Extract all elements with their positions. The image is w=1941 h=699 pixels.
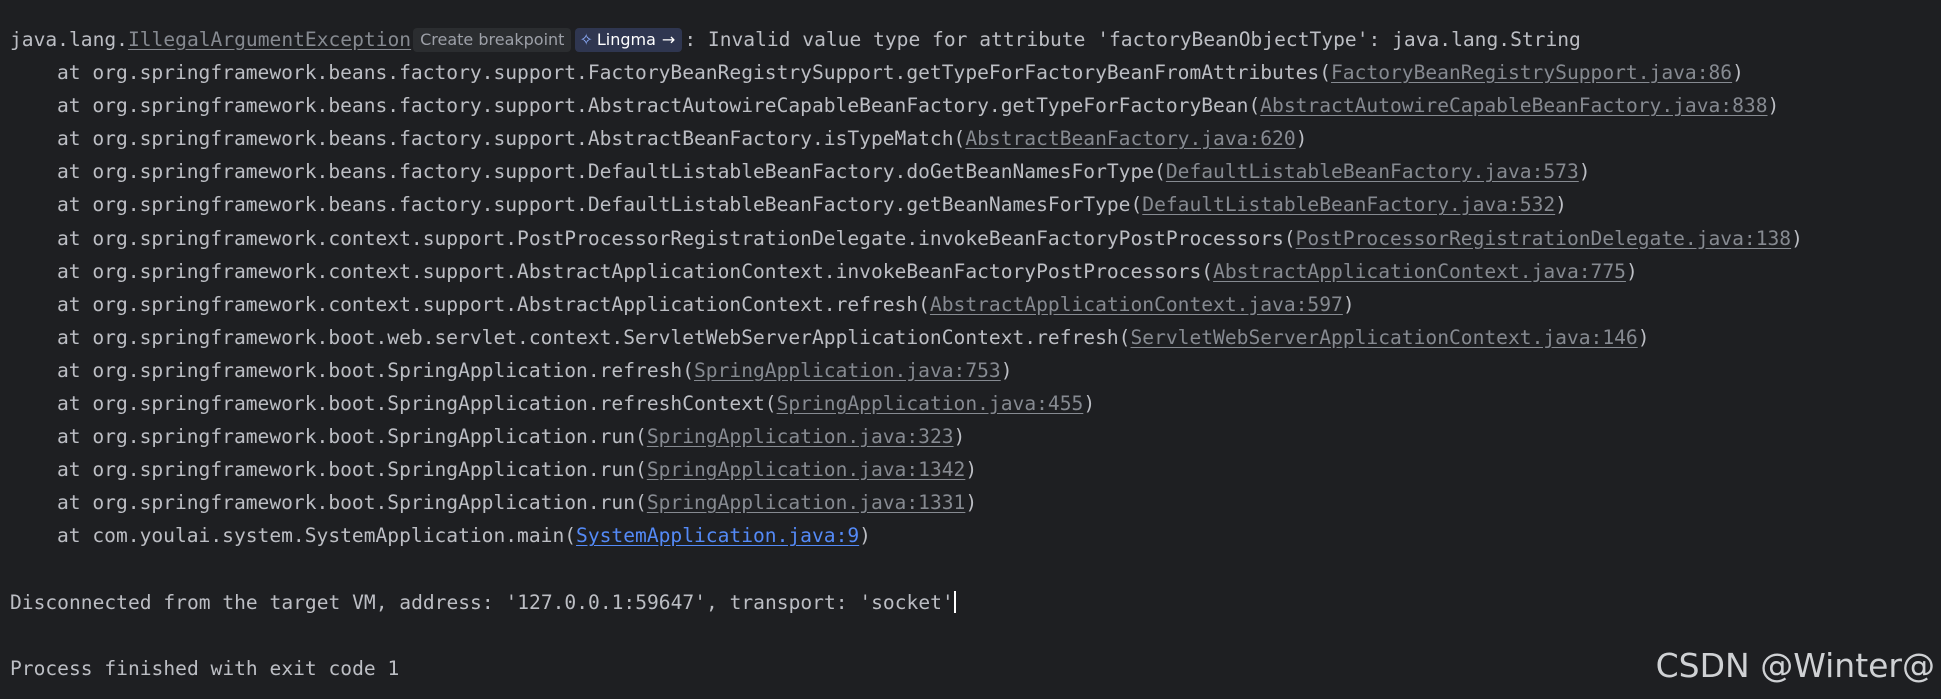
csdn-watermark: CSDN @Winter@ [1655, 646, 1935, 685]
stack-frame: at org.springframework.boot.SpringApplic… [10, 390, 1941, 423]
frame-source-link[interactable]: SpringApplication.java:323 [647, 425, 954, 448]
stack-frame: at org.springframework.beans.factory.sup… [10, 59, 1941, 92]
exception-class-link[interactable]: IllegalArgumentException [128, 28, 411, 51]
frame-source-link[interactable]: AbstractBeanFactory.java:620 [965, 127, 1295, 150]
frame-method: at org.springframework.beans.factory.sup… [57, 127, 966, 151]
stack-frame: at com.youlai.system.SystemApplication.m… [10, 522, 1941, 555]
stack-frame: at org.springframework.boot.web.servlet.… [10, 324, 1941, 357]
text-caret [953, 590, 956, 613]
frame-close-paren: ) [859, 524, 871, 548]
frame-close-paren: ) [953, 425, 966, 449]
frame-method: at org.springframework.beans.factory.sup… [57, 61, 1332, 85]
frame-method: at org.springframework.context.support.A… [57, 259, 1214, 283]
frame-source-link[interactable]: SpringApplication.java:455 [777, 392, 1084, 415]
stack-frame: at org.springframework.boot.SpringApplic… [10, 456, 1941, 489]
process-finished-line: Process finished with exit code 1 [10, 656, 400, 680]
frame-source-link[interactable]: DefaultListableBeanFactory.java:573 [1166, 160, 1579, 183]
frame-source-link[interactable]: SpringApplication.java:753 [694, 359, 1001, 382]
frame-method: at org.springframework.context.support.P… [57, 226, 1296, 250]
stack-trace: at org.springframework.beans.factory.sup… [10, 59, 1941, 555]
frame-method: at org.springframework.beans.factory.sup… [57, 94, 1261, 118]
lingma-icon: ✧ [579, 30, 593, 49]
lingma-button[interactable]: ✧ Lingma → [575, 28, 683, 52]
frame-close-paren: ) [1637, 325, 1650, 349]
frame-source-link[interactable]: AbstractAutowireCapableBeanFactory.java:… [1260, 94, 1767, 117]
console-output: java.lang.IllegalArgumentException Create… [10, 26, 1941, 688]
stack-frame: at org.springframework.context.support.A… [10, 258, 1941, 291]
frame-method: at org.springframework.boot.SpringApplic… [57, 392, 777, 416]
stack-frame: at org.springframework.boot.SpringApplic… [10, 357, 1941, 390]
frame-source-link[interactable]: AbstractApplicationContext.java:775 [1213, 260, 1626, 283]
frame-method: at org.springframework.context.support.A… [57, 292, 930, 316]
frame-method: at org.springframework.boot.web.servlet.… [57, 325, 1131, 349]
frame-source-link[interactable]: FactoryBeanRegistrySupport.java:86 [1331, 61, 1732, 84]
disconnect-text: Disconnected from the target VM, address… [10, 590, 954, 614]
frame-method: at org.springframework.boot.SpringApplic… [57, 458, 647, 482]
lingma-label: Lingma [596, 30, 656, 49]
stack-frame: at org.springframework.beans.factory.sup… [10, 158, 1941, 191]
frame-method: at org.springframework.beans.factory.sup… [57, 160, 1166, 184]
create-breakpoint-button[interactable]: Create breakpoint [413, 28, 572, 52]
stack-frame: at org.springframework.beans.factory.sup… [10, 191, 1941, 224]
stack-frame: at org.springframework.context.support.A… [10, 291, 1941, 324]
disconnect-line: Disconnected from the target VM, address… [10, 589, 1941, 622]
frame-source-link[interactable]: ServletWebServerApplicationContext.java:… [1130, 326, 1637, 349]
frame-close-paren: ) [1578, 160, 1591, 184]
frame-source-link[interactable]: SpringApplication.java:1342 [647, 458, 966, 481]
stack-frame: at org.springframework.boot.SpringApplic… [10, 423, 1941, 456]
frame-close-paren: ) [1342, 292, 1355, 316]
stack-frame: at org.springframework.beans.factory.sup… [10, 125, 1941, 158]
frame-close-paren: ) [1625, 259, 1638, 283]
frame-close-paren: ) [1295, 127, 1308, 151]
stack-frame: at org.springframework.beans.factory.sup… [10, 92, 1941, 125]
frame-source-link[interactable]: DefaultListableBeanFactory.java:532 [1142, 193, 1555, 216]
arrow-right-icon: → [661, 30, 676, 49]
frame-close-paren: ) [1083, 392, 1096, 416]
exception-package: java.lang. [10, 28, 128, 51]
exception-message: : Invalid value type for attribute 'fact… [684, 28, 1581, 51]
frame-method: at org.springframework.boot.SpringApplic… [57, 425, 647, 449]
frame-close-paren: ) [1732, 61, 1744, 85]
frame-close-paren: ) [1791, 226, 1803, 250]
stack-frame: at org.springframework.context.support.P… [10, 225, 1941, 258]
frame-close-paren: ) [1767, 94, 1780, 118]
frame-method: at org.springframework.boot.SpringApplic… [57, 358, 695, 382]
stack-frame: at org.springframework.boot.SpringApplic… [10, 489, 1941, 522]
frame-method: at org.springframework.boot.SpringApplic… [57, 491, 647, 515]
frame-method: at org.springframework.beans.factory.sup… [57, 193, 1143, 217]
frame-source-link[interactable]: SystemApplication.java:9 [576, 524, 859, 547]
frame-close-paren: ) [1000, 358, 1013, 382]
exception-line: java.lang.IllegalArgumentException Create… [10, 26, 1941, 59]
frame-close-paren: ) [965, 491, 978, 515]
frame-method: at com.youlai.system.SystemApplication.m… [57, 524, 577, 548]
frame-source-link[interactable]: SpringApplication.java:1331 [647, 491, 966, 514]
frame-close-paren: ) [965, 458, 978, 482]
frame-source-link[interactable]: AbstractApplicationContext.java:597 [930, 293, 1343, 316]
frame-source-link[interactable]: PostProcessorRegistrationDelegate.java:1… [1296, 227, 1791, 250]
frame-close-paren: ) [1555, 193, 1567, 217]
